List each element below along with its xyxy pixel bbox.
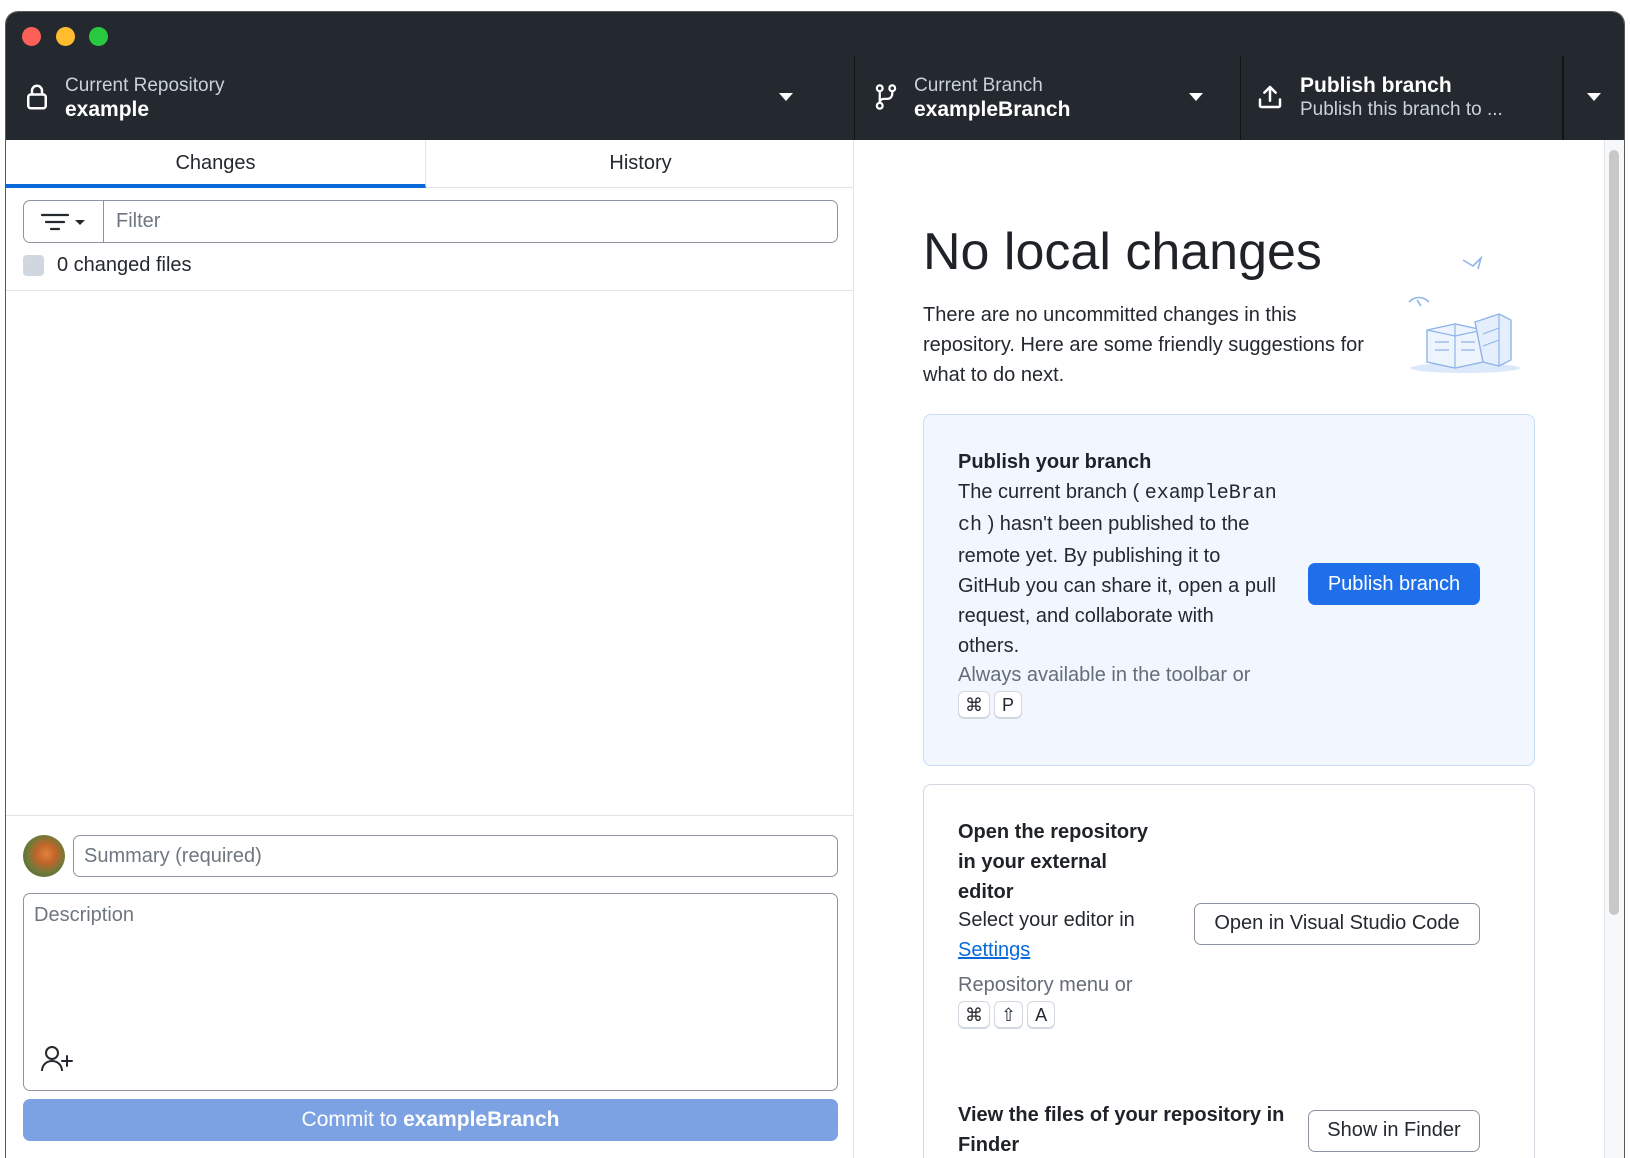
chevron-down-icon — [1189, 93, 1203, 101]
current-repository-dropdown[interactable]: Current Repository example — [6, 56, 855, 140]
p-key: P — [994, 691, 1022, 719]
finder-card-title: View the files of your repository in Fin… — [958, 1104, 1285, 1156]
page-title: No local changes — [923, 223, 1322, 281]
publish-card-body-start: The current branch ( — [958, 481, 1140, 503]
open-editor-card: Open the repository in your external edi… — [923, 784, 1535, 1084]
main-content: No local changes There are no uncommitte… — [855, 140, 1624, 1158]
filter-icon — [40, 213, 85, 231]
scrollbar[interactable] — [1604, 140, 1624, 1158]
open-in-vscode-button[interactable]: Open in Visual Studio Code — [1194, 903, 1480, 945]
changed-files-count: 0 changed files — [57, 254, 192, 276]
current-repository-name: example — [65, 98, 150, 121]
publish-branch-title: Publish branch — [1300, 74, 1452, 97]
add-coauthor-icon[interactable] — [40, 1044, 74, 1074]
publish-card-body: The current branch ( exampleBranch ) has… — [958, 477, 1280, 661]
editor-card-hint: Repository menu or — [958, 974, 1133, 996]
chevron-down-icon — [779, 93, 793, 101]
publish-branch-subtitle: Publish this branch to ... — [1300, 99, 1503, 120]
description-input[interactable] — [24, 894, 837, 1034]
editor-shortcut: ⌘ ⇧ A — [958, 1001, 1059, 1029]
shift-key: ⇧ — [994, 1001, 1024, 1029]
current-branch-dropdown[interactable]: Current Branch exampleBranch — [855, 56, 1241, 140]
scrollbar-thumb[interactable] — [1609, 150, 1619, 915]
show-in-finder-button[interactable]: Show in Finder — [1308, 1110, 1480, 1152]
current-branch-label: Current Branch — [914, 75, 1043, 96]
tab-history[interactable]: History — [427, 140, 854, 188]
commit-button-prefix: Commit to — [301, 1108, 398, 1131]
changed-files-header: 0 changed files — [23, 249, 838, 285]
editor-card-body: Select your editor in Settings — [958, 905, 1158, 965]
upload-icon — [1258, 85, 1282, 109]
publish-shortcut: ⌘ P — [958, 691, 1026, 719]
description-box — [23, 893, 838, 1091]
publish-branch-cta-button[interactable]: Publish branch — [1308, 563, 1480, 605]
editor-card-body-text: Select your editor in — [958, 909, 1135, 931]
close-window-button[interactable] — [22, 27, 41, 46]
command-key: ⌘ — [958, 1001, 990, 1029]
branch-icon — [875, 84, 897, 110]
show-in-finder-card: View the files of your repository in Fin… — [923, 1068, 1535, 1158]
filter-options-button[interactable] — [24, 201, 104, 242]
publish-options-dropdown[interactable] — [1563, 56, 1624, 140]
select-all-checkbox[interactable] — [23, 255, 44, 276]
app-window: Current Repository example Current Branc… — [6, 12, 1624, 1158]
sidebar-tabs: Changes History — [6, 140, 854, 188]
zoom-window-button[interactable] — [89, 27, 108, 46]
a-key: A — [1027, 1001, 1056, 1029]
chevron-down-icon — [1587, 93, 1601, 101]
summary-input[interactable] — [73, 835, 838, 877]
filter-bar — [23, 200, 838, 243]
changes-sidebar: Changes History 0 changed files — [6, 140, 854, 1158]
current-repository-label: Current Repository — [65, 75, 225, 96]
publish-card-hint: Always available in the toolbar or — [958, 664, 1251, 686]
avatar — [23, 835, 65, 877]
commit-button[interactable]: Commit to exampleBranch — [23, 1099, 838, 1141]
lock-icon — [27, 84, 47, 110]
publish-branch-button[interactable]: Publish branch Publish this branch to ..… — [1241, 56, 1563, 140]
divider — [6, 290, 854, 291]
intro-text: There are no uncommitted changes in this… — [923, 304, 1364, 386]
publish-card-title: Publish your branch — [958, 451, 1152, 473]
current-branch-name: exampleBranch — [914, 98, 1071, 121]
commit-panel: Commit to exampleBranch — [6, 815, 854, 1158]
editor-card-title: Open the repository in your external edi… — [958, 821, 1149, 903]
filter-input[interactable] — [106, 201, 836, 242]
toolbar: Current Repository example Current Branc… — [6, 56, 1624, 140]
settings-link[interactable]: Settings — [958, 939, 1030, 961]
tab-changes[interactable]: Changes — [6, 140, 426, 188]
minimize-window-button[interactable] — [56, 27, 75, 46]
empty-state-illustration — [1408, 255, 1520, 373]
title-bar — [6, 12, 1624, 56]
publish-branch-card: Publish your branch The current branch (… — [923, 414, 1535, 766]
commit-button-branch: exampleBranch — [403, 1108, 560, 1131]
command-key: ⌘ — [958, 691, 990, 719]
publish-card-body-end: ) hasn't been published to the remote ye… — [958, 513, 1276, 657]
